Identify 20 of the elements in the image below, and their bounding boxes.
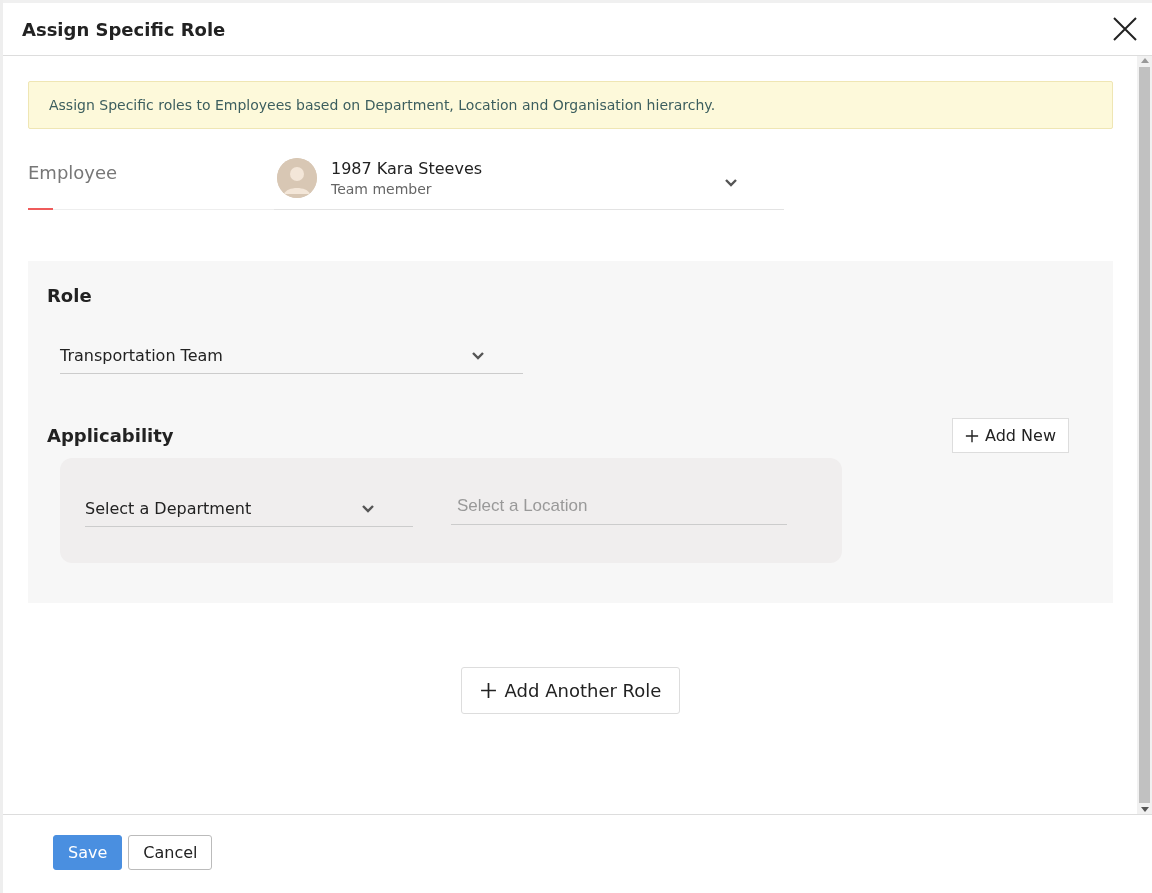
cancel-button[interactable]: Cancel (128, 834, 213, 870)
applicability-heading: Applicability (47, 425, 174, 446)
department-dropdown[interactable]: Select a Department (85, 498, 413, 527)
scroll-down-arrow-icon[interactable] (1140, 807, 1149, 812)
employee-label: Employee (28, 155, 274, 210)
dialog-title: Assign Specific Role (22, 18, 226, 40)
employee-select[interactable]: 1987 Kara Steeves Team member (274, 155, 784, 210)
add-another-role-button[interactable]: Add Another Role (460, 667, 681, 714)
plus-icon (479, 682, 497, 699)
chevron-down-icon (361, 503, 375, 513)
role-heading: Role (47, 285, 93, 306)
info-banner: Assign Specific roles to Employees based on Department, Location and Organisation hierarchy. (28, 81, 1113, 129)
role-dropdown[interactable]: Transportation Team (60, 346, 523, 374)
location-field[interactable]: Select a Location (451, 496, 787, 525)
scrollbar[interactable] (1137, 56, 1152, 814)
avatar-icon (277, 158, 317, 198)
plus-icon (965, 428, 980, 443)
add-new-button[interactable]: Add New (952, 418, 1069, 453)
chevron-down-icon (724, 177, 738, 187)
chevron-down-icon (471, 351, 485, 360)
